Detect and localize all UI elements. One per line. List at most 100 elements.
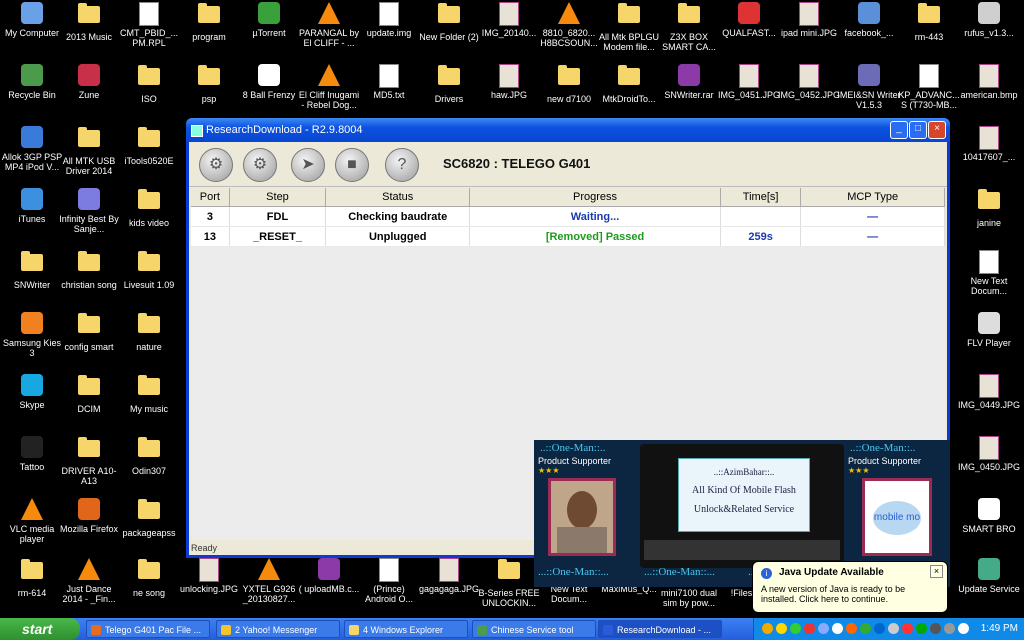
desktop-icon[interactable]: Livesuit 1.09 — [117, 250, 181, 290]
desktop-icon[interactable]: SMART BRO — [957, 498, 1021, 534]
desktop-icon[interactable]: Drivers — [417, 64, 481, 104]
desktop-icon[interactable]: MD5.txt — [357, 64, 421, 100]
tray-icon[interactable] — [930, 623, 941, 634]
column-header-step[interactable]: Step — [229, 188, 327, 207]
desktop-icon[interactable]: ISO — [117, 64, 181, 104]
desktop-icon[interactable]: New Folder (2) — [417, 2, 481, 42]
tray-icon[interactable] — [916, 623, 927, 634]
desktop-icon[interactable]: IMG_0451.JPG — [717, 64, 781, 100]
column-header-progress[interactable]: Progress — [469, 188, 721, 207]
desktop-icon[interactable]: SNWriter.rar — [657, 64, 721, 100]
tray-icon[interactable] — [762, 623, 773, 634]
column-header-port[interactable]: Port — [191, 188, 230, 207]
desktop-icon[interactable]: Mozilla Firefox — [57, 498, 121, 534]
start-button[interactable]: start — [0, 618, 80, 640]
desktop-icon[interactable]: IMEI&SN Writer V1.5.3 — [837, 64, 901, 110]
desktop-icon[interactable]: IMG_0452.JPG — [777, 64, 841, 100]
desktop-icon[interactable]: Tattoo — [0, 436, 64, 472]
maximize-button[interactable]: □ — [909, 121, 927, 139]
desktop-icon[interactable]: kids video — [117, 188, 181, 228]
desktop-icon[interactable]: rm-614 — [0, 558, 64, 598]
desktop-icon[interactable]: IMG_0449.JPG — [957, 374, 1021, 410]
taskbar-button[interactable]: ResearchDownload - ... — [598, 620, 722, 638]
desktop-icon[interactable]: PARANGAL by El CLIFF - ... — [297, 2, 361, 48]
desktop-icon[interactable]: B-Series FREE UNLOCKIN... — [477, 558, 541, 608]
desktop-icon[interactable]: KP_ADVANC... S (T730-MB... — [897, 64, 961, 110]
load-packet-button[interactable]: ⚙ — [199, 148, 233, 182]
desktop-icon[interactable]: Samsung Kies 3 — [0, 312, 64, 358]
balloon-message[interactable]: A new version of Java is ready to be ins… — [761, 584, 941, 604]
desktop-icon[interactable]: Z3X BOX SMART CA... — [657, 2, 721, 52]
tray-icon[interactable] — [832, 623, 843, 634]
settings-button[interactable]: ⚙ — [243, 148, 277, 182]
desktop-icon[interactable]: CMT_PBID_... PM.RPL — [117, 2, 181, 48]
tray-icon[interactable] — [958, 623, 969, 634]
desktop-icon[interactable]: Allok 3GP PSP MP4 iPod V... — [0, 126, 64, 172]
desktop-icon[interactable]: haw.JPG — [477, 64, 541, 100]
desktop-icon[interactable]: christian song — [57, 250, 121, 290]
desktop-icon[interactable]: Update Service — [957, 558, 1021, 594]
desktop-icon[interactable]: MtkDroidTo... — [597, 64, 661, 104]
tray-icon[interactable] — [944, 623, 955, 634]
desktop-icon[interactable]: janine — [957, 188, 1021, 228]
column-header-status[interactable]: Status — [325, 188, 471, 207]
desktop-icon[interactable]: Zune — [57, 64, 121, 100]
tray-icon[interactable] — [776, 623, 787, 634]
desktop-icon[interactable]: Skype — [0, 374, 64, 410]
tray-icon[interactable] — [818, 623, 829, 634]
desktop-icon[interactable]: DCIM — [57, 374, 121, 414]
tray-icon[interactable] — [888, 623, 899, 634]
desktop-icon[interactable]: psp — [177, 64, 241, 104]
desktop-icon[interactable]: QUALFAST... — [717, 2, 781, 38]
tray-icon[interactable] — [874, 623, 885, 634]
desktop-icon[interactable]: YXTEL G926 _20130827... — [237, 558, 301, 604]
taskbar-button[interactable]: 4 Windows Explorer — [344, 620, 468, 638]
taskbar-button[interactable]: Telego G401 Pac File ... — [86, 620, 210, 638]
desktop-icon[interactable]: ipad mini.JPG — [777, 2, 841, 38]
desktop-icon[interactable]: ne song — [117, 558, 181, 598]
desktop-icon[interactable]: FLV Player — [957, 312, 1021, 348]
desktop-icon[interactable]: 2013 Music — [57, 2, 121, 42]
column-header-mcp-type[interactable]: MCP Type — [800, 188, 945, 207]
desktop-icon[interactable]: unlocking.JPG — [177, 558, 241, 594]
desktop-icon[interactable]: config smart — [57, 312, 121, 352]
desktop-icon[interactable]: packageapss — [117, 498, 181, 538]
desktop-icon[interactable]: facebook_... — [837, 2, 901, 38]
desktop-icon[interactable]: 8 Ball Frenzy — [237, 64, 301, 100]
desktop-icon[interactable]: My music — [117, 374, 181, 414]
help-button[interactable]: ? — [385, 148, 419, 182]
close-button[interactable]: × — [928, 121, 946, 139]
taskbar-button[interactable]: Chinese Service tool — [472, 620, 596, 638]
desktop-icon[interactable]: gagagaga.JPG — [417, 558, 481, 594]
start-download-button[interactable]: ➤ — [291, 148, 325, 182]
tray-icon[interactable] — [804, 623, 815, 634]
desktop-icon[interactable]: Just Dance 2014 - _Fin... — [57, 558, 121, 604]
desktop-icon[interactable]: Recycle Bin — [0, 64, 64, 100]
desktop-icon[interactable]: iTunes — [0, 188, 64, 224]
desktop-icon[interactable]: SNWriter — [0, 250, 64, 290]
desktop-icon[interactable]: rm-443 — [897, 2, 961, 42]
taskbar-button[interactable]: 2 Yahoo! Messenger — [216, 620, 340, 638]
desktop-icon[interactable]: ( uploadMB.c... — [297, 558, 361, 594]
desktop-icon[interactable]: All Mtk BPLGU Modem file... — [597, 2, 661, 52]
tray-icon[interactable] — [860, 623, 871, 634]
desktop-icon[interactable]: µTorrent — [237, 2, 301, 38]
desktop-icon[interactable]: IMG_0450.JPG — [957, 436, 1021, 472]
desktop-icon[interactable]: Infinity Best By Sanje... — [57, 188, 121, 234]
desktop-icon[interactable]: american.bmp — [957, 64, 1021, 100]
tray-icon[interactable] — [846, 623, 857, 634]
desktop-icon[interactable]: El Cliff Inugami - Rebel Dog... — [297, 64, 361, 110]
tray-icon[interactable] — [902, 623, 913, 634]
balloon-close-button[interactable]: × — [930, 565, 943, 578]
desktop-icon[interactable]: program — [177, 2, 241, 42]
desktop-icon[interactable]: nature — [117, 312, 181, 352]
desktop-icon[interactable]: Odin307 — [117, 436, 181, 476]
column-header-time[interactable]: Time[s] — [720, 188, 802, 207]
desktop-icon[interactable]: IMG_20140... — [477, 2, 541, 38]
desktop-icon[interactable]: My Computer — [0, 2, 64, 38]
desktop-icon[interactable]: DRIVER A10-A13 — [57, 436, 121, 486]
table-row[interactable]: 13 _RESET_ Unplugged [Removed] Passed 25… — [191, 226, 945, 247]
clock[interactable]: 1:49 PM — [981, 618, 1018, 640]
desktop-icon[interactable]: 10417607_... — [957, 126, 1021, 162]
desktop-icon[interactable]: (Prince) Android O... — [357, 558, 421, 604]
